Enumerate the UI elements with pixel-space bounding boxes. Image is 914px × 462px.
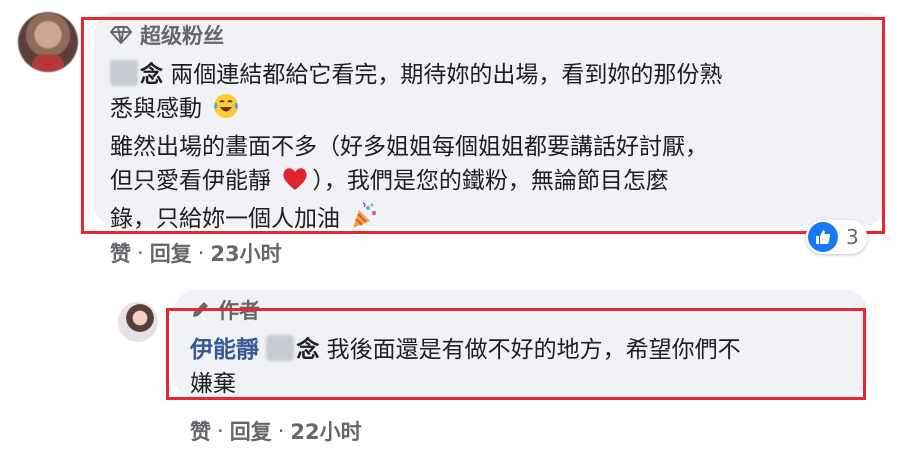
highlight-box-reply: [166, 308, 866, 400]
reaction-number: 3: [846, 225, 859, 249]
separator: ·: [197, 241, 205, 265]
author-avatar[interactable]: [118, 302, 158, 342]
reply-actions: 赞 · 回复 · 22小时: [190, 416, 362, 446]
separator: ·: [137, 241, 144, 265]
comment-actions: 赞 · 回复 · 23小时: [110, 238, 282, 268]
highlight-box-main: [81, 17, 885, 234]
reply-link[interactable]: 回复: [230, 416, 272, 446]
like-link[interactable]: 赞: [110, 238, 131, 268]
separator: ·: [217, 419, 224, 443]
timestamp[interactable]: 23小时: [210, 238, 281, 268]
reply-link[interactable]: 回复: [150, 238, 192, 268]
reaction-count[interactable]: 3: [806, 220, 867, 254]
like-link[interactable]: 赞: [190, 416, 211, 446]
like-icon: [808, 222, 838, 252]
commenter-avatar[interactable]: [18, 12, 78, 72]
separator: ·: [277, 419, 285, 443]
timestamp[interactable]: 22小时: [290, 416, 361, 446]
